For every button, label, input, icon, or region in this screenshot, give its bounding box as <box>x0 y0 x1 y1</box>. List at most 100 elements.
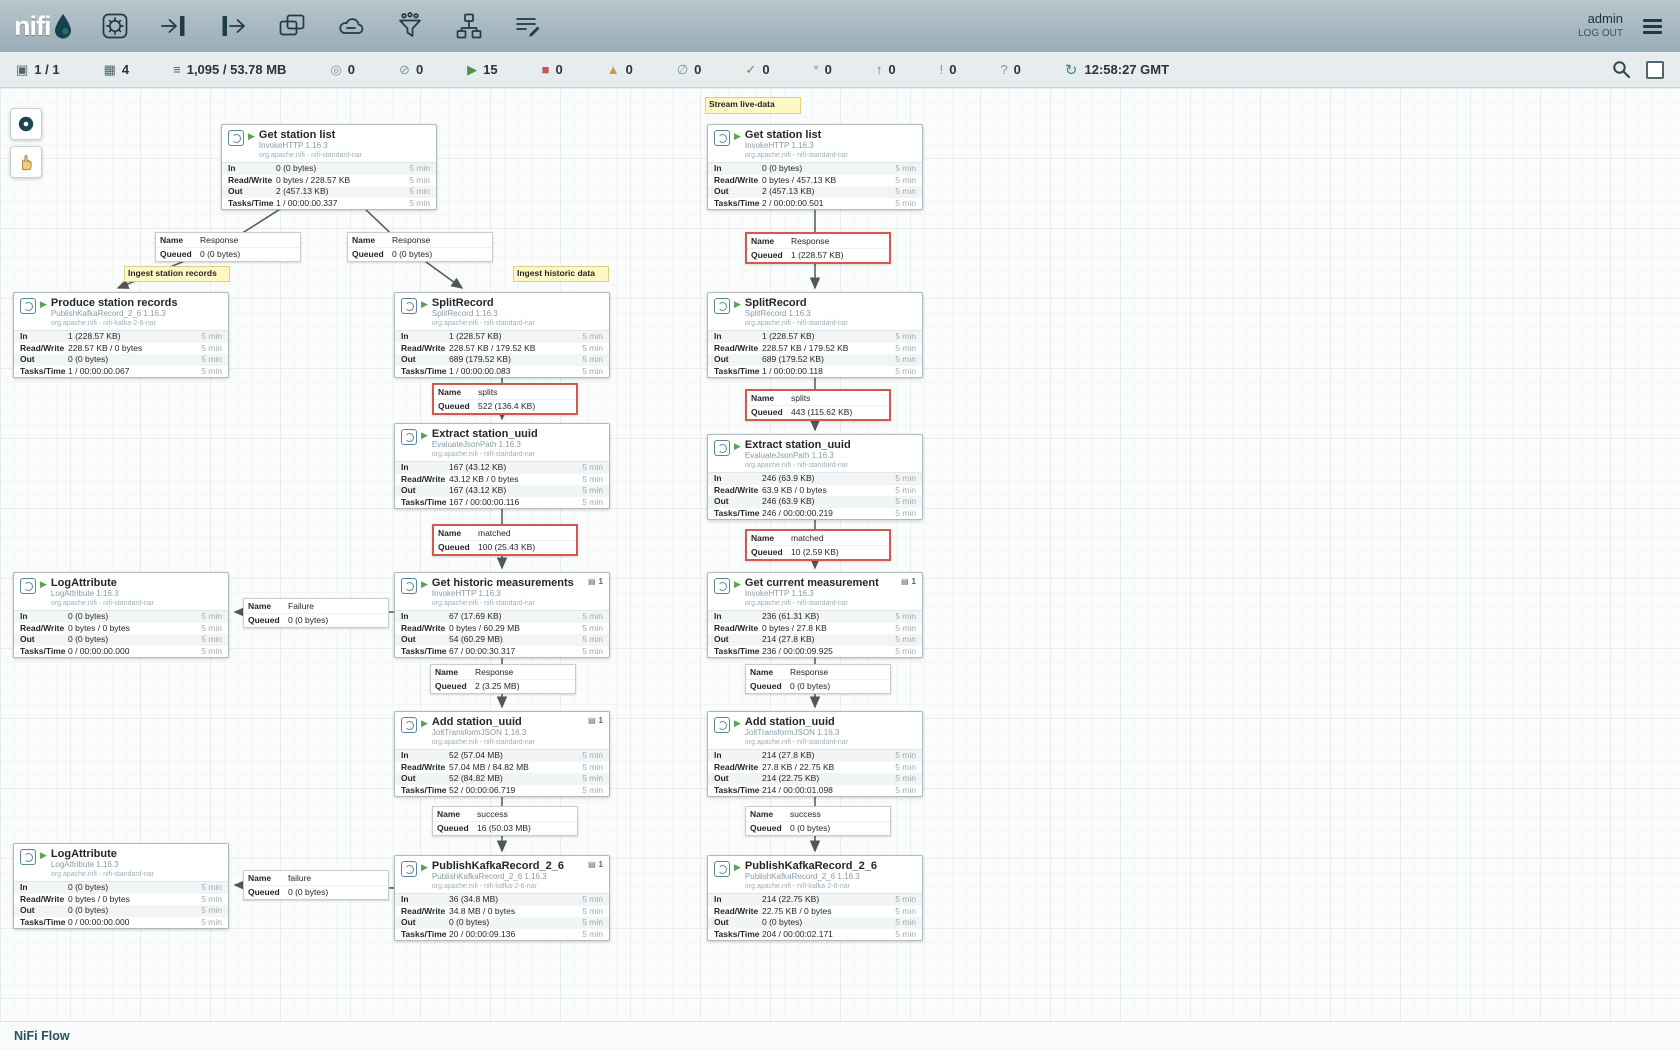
processor-produce-station-records[interactable]: ▶Produce station recordsPublishKafkaReco… <box>13 292 229 378</box>
queued-icon: ≡ <box>173 63 181 76</box>
connection-queued-row: Queued100 (25.43 KB) <box>434 540 576 555</box>
stat-window: 5 min <box>582 634 603 646</box>
connection-queued-value: 0 (0 bytes) <box>392 249 432 260</box>
connection-failure-bottom[interactable]: NamefailureQueued0 (0 bytes) <box>243 870 389 900</box>
processor-type-icon <box>401 717 417 733</box>
connection-response-right[interactable]: NameResponseQueued1 (228.57 KB) <box>745 232 891 264</box>
processor-extract-station-uuid-left[interactable]: ▶Extract station_uuidEvaluateJsonPath 1.… <box>394 423 610 509</box>
refresh-icon[interactable]: ↻ <box>1065 61 1078 79</box>
stat-value: 36 (34.8 MB) <box>449 894 582 906</box>
processor-titles: Get historic measurementsInvokeHTTP 1.16… <box>432 577 603 608</box>
stat-row-read-write: Read/Write43.12 KB / 0 bytes5 min <box>395 474 609 486</box>
process-group-icon[interactable] <box>276 10 308 42</box>
processor-header: ▶Extract station_uuidEvaluateJsonPath 1.… <box>708 435 922 472</box>
processor-titles: SplitRecordSplitRecord 1.16.3org.apache.… <box>432 297 603 328</box>
run-status-running-icon: ▶ <box>734 441 741 452</box>
processor-get-station-list-left[interactable]: ▶Get station listInvokeHTTP 1.16.3org.ap… <box>221 124 437 210</box>
run-status-running-icon: ▶ <box>40 850 47 861</box>
connection-name-value: Failure <box>288 601 314 612</box>
panel-toggle-icon[interactable] <box>1646 61 1664 79</box>
connection-splits-left[interactable]: NamesplitsQueued522 (136.4 KB) <box>432 383 578 415</box>
connection-matched-left[interactable]: NamematchedQueued100 (25.43 KB) <box>432 524 578 556</box>
stat-value: 67 / 00:00:30.317 <box>449 646 582 658</box>
processor-publish-kafka-right[interactable]: ▶PublishKafkaRecord_2_6PublishKafkaRecor… <box>707 855 923 941</box>
stat-window: 5 min <box>895 623 916 635</box>
processor-split-record-left[interactable]: ▶ SplitRecordSplitRecord 1.16.3org.apache… <box>394 292 610 378</box>
processor-type-icon <box>401 578 417 594</box>
output-port-icon[interactable] <box>217 10 249 42</box>
connection-success-right[interactable]: NamesuccessQueued0 (0 bytes) <box>745 806 891 836</box>
funnel-icon[interactable] <box>394 10 426 42</box>
stat-row-out: Out214 (27.8 KB)5 min <box>708 634 922 646</box>
processor-type: LogAttribute 1.16.3 <box>51 860 222 870</box>
remote-process-group-icon[interactable] <box>335 10 367 42</box>
flow-canvas[interactable]: NiFi Flow Ingest station recordsIngest h… <box>0 88 1680 1050</box>
connection-response-left-1[interactable]: NameResponseQueued0 (0 bytes) <box>155 232 301 262</box>
connection-success-left[interactable]: NamesuccessQueued16 (50.03 MB) <box>432 806 578 836</box>
processor-bundle: org.apache.nifi - nifi-standard-nar <box>432 450 603 459</box>
connection-name-key: Name <box>160 235 196 246</box>
statusbar-right <box>1612 60 1664 79</box>
status-item-locally-modified: *0 <box>814 62 832 77</box>
stat-value: 1 / 00:00:00.337 <box>276 198 409 210</box>
processor-type: InvokeHTTP 1.16.3 <box>259 141 430 151</box>
connection-name-value: success <box>477 809 508 820</box>
stat-row-tasks-time: Tasks/Time236 / 00:00:09.9255 min <box>708 646 922 658</box>
stat-window: 5 min <box>582 331 603 343</box>
processor-get-current-measurement[interactable]: ▶Get current measurementInvokeHTTP 1.16.… <box>707 572 923 658</box>
stat-window: 5 min <box>201 611 222 623</box>
label-icon[interactable] <box>512 10 544 42</box>
connection-name-key: Name <box>248 601 284 612</box>
processor-get-historic-measurements[interactable]: ▶Get historic measurementsInvokeHTTP 1.1… <box>394 572 610 658</box>
stat-label: Tasks/Time <box>401 785 449 797</box>
locally-modified-icon: * <box>814 63 819 76</box>
stat-label: In <box>714 750 762 762</box>
connection-queued-key: Queued <box>352 249 388 260</box>
stat-value: 214 (27.8 KB) <box>762 634 895 646</box>
connection-response-current[interactable]: NameResponseQueued0 (0 bytes) <box>745 664 891 694</box>
status-item-transmitting: ◎0 <box>330 62 355 77</box>
connection-splits-right[interactable]: NamesplitsQueued443 (115.62 KB) <box>745 389 891 421</box>
processor-publish-kafka-left[interactable]: ▶PublishKafkaRecord_2_6PublishKafkaRecor… <box>394 855 610 941</box>
stat-label: Out <box>714 186 762 198</box>
global-menu-button[interactable] <box>1639 15 1666 38</box>
connection-queued-row: Queued0 (0 bytes) <box>746 679 890 694</box>
status-item-stale: ↑0 <box>876 62 896 77</box>
processor-log-attribute-bottom[interactable]: ▶LogAttributeLogAttribute 1.16.3org.apac… <box>13 843 229 929</box>
canvas-label[interactable]: Stream live-data <box>705 97 801 114</box>
connection-name-row: Namematched <box>434 526 576 540</box>
processor-split-record-right[interactable]: ▶SplitRecordSplitRecord 1.16.3org.apache… <box>707 292 923 378</box>
processor-log-attribute-top[interactable]: ▶LogAttributeLogAttribute 1.16.3org.apac… <box>13 572 229 658</box>
run-status-running-icon: ▶ <box>421 299 428 310</box>
processor-add-station-uuid-left[interactable]: ▶Add station_uuidJoltTransformJSON 1.16.… <box>394 711 610 797</box>
stat-label: In <box>401 611 449 623</box>
connection-response-left-2[interactable]: NameResponseQueued0 (0 bytes) <box>347 232 493 262</box>
status-count-transmitting: 0 <box>348 62 355 77</box>
stat-window: 5 min <box>895 508 916 520</box>
stat-row-in: In1 (228.57 KB)5 min <box>14 331 228 343</box>
connection-failure-top[interactable]: NameFailureQueued0 (0 bytes) <box>243 598 389 628</box>
connection-name-key: Name <box>435 667 471 678</box>
search-icon[interactable] <box>1612 60 1631 79</box>
stat-row-in: In246 (63.9 KB)5 min <box>708 473 922 485</box>
stat-value: 0 (0 bytes) <box>762 163 895 175</box>
processor-get-station-list-right[interactable]: ▶Get station listInvokeHTTP 1.16.3org.ap… <box>707 124 923 210</box>
processor-extract-station-uuid-right[interactable]: ▶Extract station_uuidEvaluateJsonPath 1.… <box>707 434 923 520</box>
stat-label: Tasks/Time <box>714 646 762 658</box>
stat-label: Tasks/Time <box>20 917 68 929</box>
status-item-running: ▶15 <box>467 62 497 77</box>
connection-queued-key: Queued <box>248 615 284 626</box>
stat-window: 5 min <box>409 198 430 210</box>
canvas-label[interactable]: Ingest station records <box>124 266 230 282</box>
logout-link[interactable]: LOG OUT <box>1578 26 1623 41</box>
processor-bundle: org.apache.nifi - nifi-standard-nar <box>432 319 603 328</box>
stat-value: 43.12 KB / 0 bytes <box>449 474 582 486</box>
connection-response-historic[interactable]: NameResponseQueued2 (3.25 MB) <box>430 664 576 694</box>
processor-add-station-uuid-right[interactable]: ▶Add station_uuidJoltTransformJSON 1.16.… <box>707 711 923 797</box>
canvas-label[interactable]: Ingest historic data <box>513 266 609 282</box>
processor-icon[interactable] <box>99 10 131 42</box>
processor-header: ▶ SplitRecordSplitRecord 1.16.3org.apache… <box>395 293 609 330</box>
input-port-icon[interactable] <box>158 10 190 42</box>
template-icon[interactable] <box>453 10 485 42</box>
connection-matched-right[interactable]: NamematchedQueued10 (2.59 KB) <box>745 529 891 561</box>
